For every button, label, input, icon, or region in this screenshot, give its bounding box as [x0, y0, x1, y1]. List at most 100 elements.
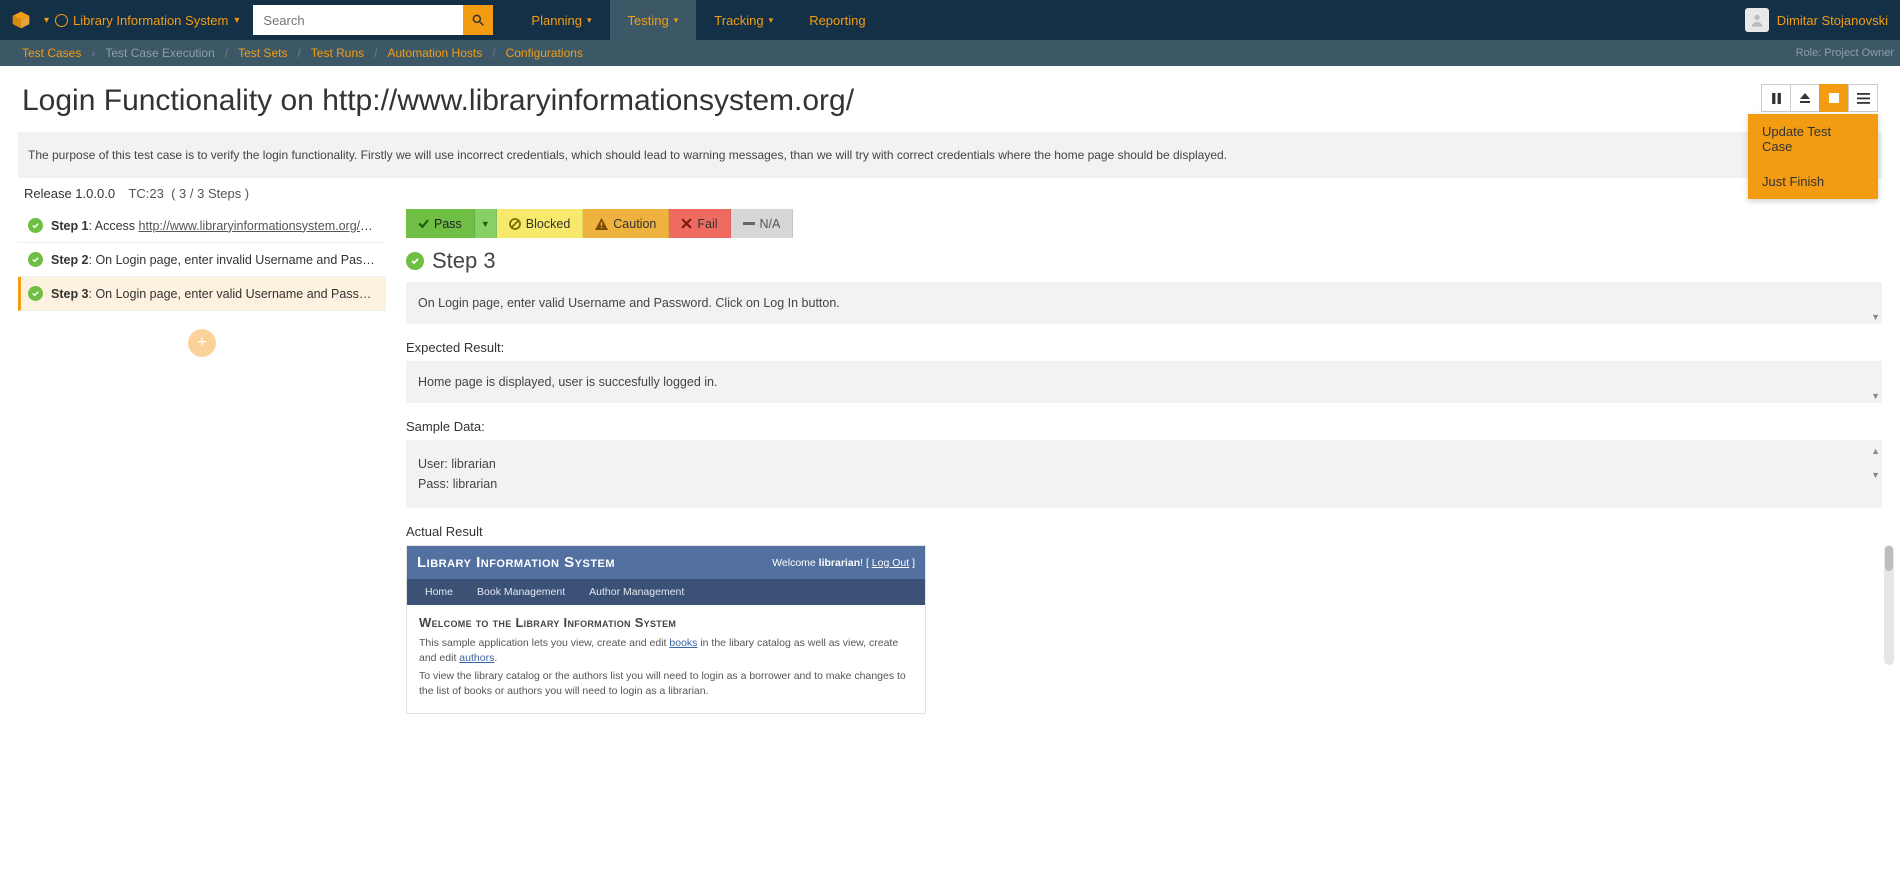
caret-down-icon: ▾: [769, 15, 774, 26]
embed-p2: To view the library catalog or the autho…: [419, 669, 913, 698]
step-detail: Pass ▼ Blocked Caution Fail N/A Step 3 O…: [398, 209, 1882, 714]
status-pass-dropdown[interactable]: ▼: [475, 209, 497, 238]
nav-tracking[interactable]: Tracking▾: [696, 0, 791, 40]
stop-button[interactable]: [1819, 84, 1849, 112]
embed-books-link[interactable]: books: [669, 637, 697, 649]
status-na[interactable]: N/A: [731, 209, 794, 238]
sample-user: User: librarian: [418, 454, 1870, 474]
steps-sidebar: Step 1: Access http://www.libraryinforma…: [18, 209, 398, 714]
sample-pass: Pass: librarian: [418, 474, 1870, 494]
embed-title: Library Information System: [417, 554, 615, 571]
crumb-automation-hosts[interactable]: Automation Hosts: [388, 46, 483, 60]
user-menu[interactable]: Dimitar Stojanovski: [1745, 8, 1888, 32]
subnav: Test Cases › Test Case Execution / Test …: [0, 40, 1900, 66]
status-blocked[interactable]: Blocked: [497, 209, 583, 238]
menu-just-finish[interactable]: Just Finish: [1748, 164, 1878, 199]
crumb-test-sets[interactable]: Test Sets: [238, 46, 287, 60]
title-row: Login Functionality on http://www.librar…: [0, 66, 1900, 128]
scrollbar-thumb[interactable]: [1885, 546, 1893, 571]
role-label: Role: Project Owner: [1796, 47, 1894, 59]
step-desc-text: On Login page, enter valid Username and …: [418, 296, 840, 310]
menu-button[interactable]: [1848, 84, 1878, 112]
step-item-1[interactable]: Step 1: Access http://www.libraryinforma…: [18, 209, 386, 243]
crumb-test-case-execution[interactable]: Test Case Execution: [105, 46, 214, 60]
step-heading: Step 3: [406, 248, 1882, 274]
scroll-down-icon[interactable]: ▼: [1871, 468, 1880, 482]
crumb-configurations[interactable]: Configurations: [506, 46, 583, 60]
embed-authors-link[interactable]: authors: [459, 652, 494, 664]
menu-icon: [1857, 93, 1870, 104]
scroll-up-icon[interactable]: ▲: [1871, 444, 1880, 458]
blocked-icon: [509, 218, 521, 230]
warning-icon: [595, 218, 608, 230]
topbar: ▾ Library Information System ▾ Planning▾…: [0, 0, 1900, 40]
stop-icon: [1829, 93, 1839, 103]
minus-icon: [743, 222, 755, 226]
menu-update-test-case[interactable]: Update Test Case: [1748, 114, 1878, 164]
embed-nav: Home Book Management Author Management: [407, 579, 925, 605]
eject-button[interactable]: [1790, 84, 1820, 112]
avatar: [1745, 8, 1769, 32]
tc-id: TC:23: [128, 186, 163, 201]
release-name: Release 1.0.0.0: [24, 186, 115, 201]
caret-down-icon: ▾: [674, 15, 679, 26]
status-pass[interactable]: Pass: [406, 209, 475, 238]
crumb-test-cases[interactable]: Test Cases: [22, 46, 81, 60]
project-circle-icon: [55, 14, 68, 27]
release-row: Release 1.0.0.0 TC:23 ( 3 / 3 Steps ): [0, 178, 1900, 209]
project-chevron-icon: ▾: [234, 15, 239, 26]
nav-planning[interactable]: Planning▾: [513, 0, 609, 40]
finish-dropdown: Update Test Case Just Finish: [1748, 114, 1878, 199]
search-icon: [471, 13, 485, 27]
expected-text: Home page is displayed, user is succesfu…: [418, 375, 717, 389]
add-step-button[interactable]: +: [188, 329, 216, 357]
status-caution[interactable]: Caution: [583, 209, 669, 238]
pass-check-icon: [28, 218, 43, 233]
cube-icon: [11, 10, 31, 30]
search-button[interactable]: [463, 5, 493, 35]
description-panel: The purpose of this test case is to veri…: [18, 132, 1882, 178]
embed-logout-link[interactable]: Log Out: [872, 557, 909, 569]
embed-heading: Welcome to the Library Information Syste…: [419, 615, 913, 630]
app-logo[interactable]: [8, 7, 34, 33]
chevron-right-icon: ›: [91, 46, 95, 60]
sample-label: Sample Data:: [406, 419, 1882, 434]
embed-nav-book[interactable]: Book Management: [465, 579, 577, 605]
pause-button[interactable]: [1761, 84, 1791, 112]
caret-down-icon: ▾: [587, 15, 592, 26]
step-count: ( 3 / 3 Steps ): [171, 186, 249, 201]
step-item-3[interactable]: Step 3: On Login page, enter valid Usern…: [18, 277, 386, 311]
project-name: Library Information System: [73, 13, 228, 28]
nav-reporting[interactable]: Reporting: [791, 0, 883, 40]
search-input[interactable]: [253, 5, 463, 35]
actual-result-block: Library Information System Welcome libra…: [406, 545, 1882, 714]
pass-check-icon: [406, 252, 424, 270]
status-fail[interactable]: Fail: [669, 209, 730, 238]
step-title: Step 3: [432, 248, 496, 274]
crumb-test-runs[interactable]: Test Runs: [311, 46, 364, 60]
actual-scrollbar[interactable]: [1884, 545, 1894, 665]
caret-down-icon: ▼: [481, 219, 490, 229]
pause-icon: [1771, 93, 1782, 104]
plus-icon: +: [197, 334, 206, 352]
search: [253, 5, 493, 35]
actual-label: Actual Result: [406, 524, 1882, 539]
embedded-screenshot: Library Information System Welcome libra…: [406, 545, 926, 714]
nav-testing[interactable]: Testing▾: [610, 0, 697, 40]
step-desc-block: On Login page, enter valid Username and …: [406, 282, 1882, 324]
embed-nav-author[interactable]: Author Management: [577, 579, 696, 605]
project-selector[interactable]: Library Information System ▾: [55, 13, 245, 28]
title-actions: Update Test Case Just Finish: [1761, 84, 1878, 112]
expected-label: Expected Result:: [406, 340, 1882, 355]
embed-nav-home[interactable]: Home: [413, 579, 465, 605]
scroll-down-icon[interactable]: ▼: [1871, 312, 1880, 322]
scroll-down-icon[interactable]: ▼: [1871, 391, 1880, 401]
step-item-2[interactable]: Step 2: On Login page, enter invalid Use…: [18, 243, 386, 277]
content-cols: Step 1: Access http://www.libraryinforma…: [0, 209, 1900, 714]
page-title: Login Functionality on http://www.librar…: [22, 84, 1761, 118]
eject-icon: [1799, 92, 1811, 104]
pass-check-icon: [28, 286, 43, 301]
app-menu-chevron[interactable]: ▾: [44, 15, 49, 26]
expected-block: Home page is displayed, user is succesfu…: [406, 361, 1882, 403]
main-nav: Planning▾ Testing▾ Tracking▾ Reporting: [513, 0, 883, 40]
